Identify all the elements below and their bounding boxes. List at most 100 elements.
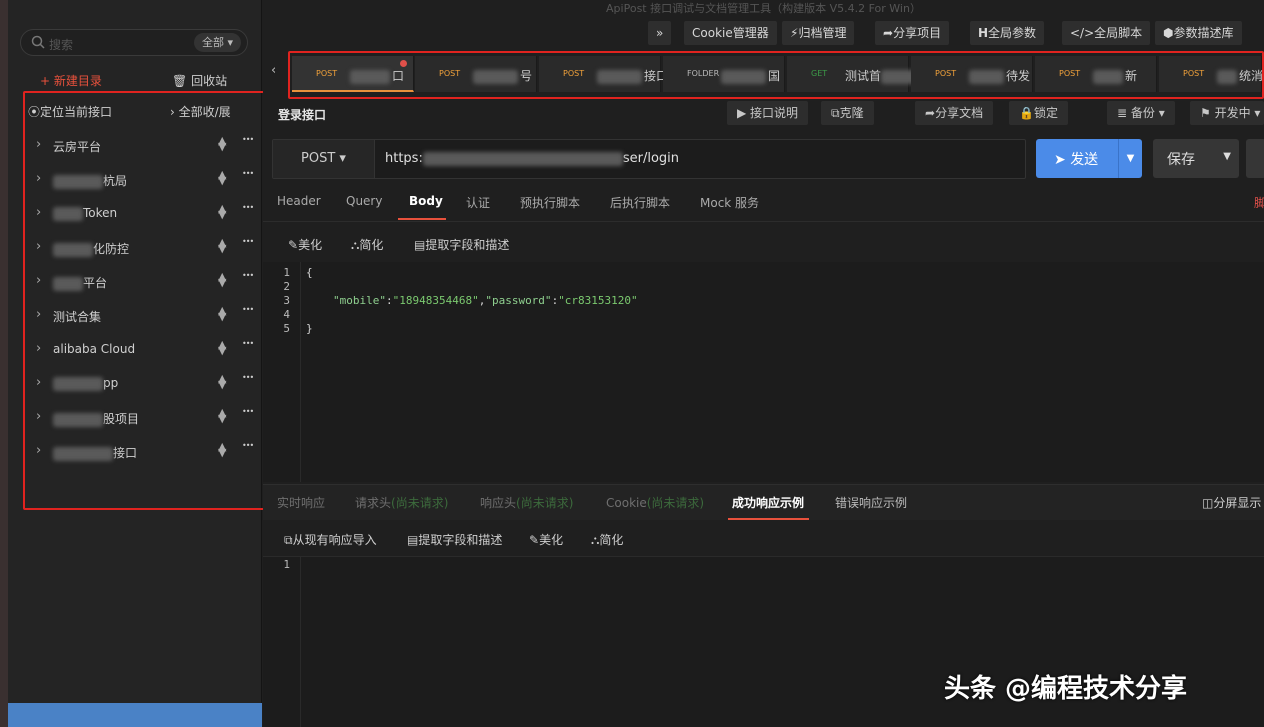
sidebar-folder[interactable]: › 接口 ▲ ▼ •••: [28, 434, 260, 468]
watermark: 头条 @编程技术分享: [944, 674, 1188, 704]
chevron-right-icon[interactable]: ›: [36, 137, 41, 152]
url-bar: POST ▾ https: ser/login: [272, 139, 1026, 179]
send-dropdown-button[interactable]: ▼: [1118, 139, 1142, 178]
code-line: {: [306, 266, 313, 279]
sort-icon[interactable]: ▲ ▼: [218, 441, 226, 458]
new-directory-button[interactable]: + 新建目录: [40, 72, 102, 89]
more-icon[interactable]: •••: [242, 441, 254, 450]
response-tab-2[interactable]: 响应头(尚未请求): [480, 494, 573, 511]
extract-fields-button[interactable]: ▤提取字段和描述: [414, 236, 509, 253]
sort-icon[interactable]: ▲ ▼: [218, 237, 226, 254]
request-tab[interactable]: POST 待发: [911, 56, 1033, 92]
request-tab[interactable]: FOLDER 国: [663, 56, 785, 92]
chevron-right-icon[interactable]: ›: [36, 341, 41, 356]
response-tab-4[interactable]: 成功响应示例: [732, 494, 804, 511]
more-icon[interactable]: •••: [242, 305, 254, 314]
response-tab-3[interactable]: Cookie(尚未请求): [606, 494, 704, 511]
more-icon[interactable]: •••: [242, 237, 254, 246]
sort-icon[interactable]: ▲ ▼: [218, 373, 226, 390]
response-tab-5[interactable]: 错误响应示例: [835, 494, 907, 511]
sort-icon[interactable]: ▲ ▼: [218, 305, 226, 322]
collapse-toolbar-button[interactable]: »: [648, 21, 672, 45]
beautify-button[interactable]: ✎美化: [529, 531, 563, 548]
param-desc-button[interactable]: ⬢参数描述库: [1155, 21, 1242, 45]
request-tab-2[interactable]: Body: [409, 194, 443, 208]
sort-icon[interactable]: ▲ ▼: [218, 271, 226, 288]
backup-select[interactable]: ≣ 备份 ▾: [1107, 101, 1175, 125]
more-icon[interactable]: •••: [242, 271, 254, 280]
request-tab-5[interactable]: 后执行脚本: [610, 194, 670, 211]
sort-icon[interactable]: ▲ ▼: [218, 339, 226, 356]
chevron-right-icon[interactable]: ›: [36, 307, 41, 322]
sort-icon[interactable]: ▲ ▼: [218, 407, 226, 424]
chevron-right-icon[interactable]: ›: [36, 273, 41, 288]
chevron-right-icon[interactable]: ›: [36, 409, 41, 424]
share-doc-button[interactable]: ➦分享文档: [915, 101, 994, 125]
sidebar-folder[interactable]: › 测试合集 ▲ ▼ •••: [28, 298, 260, 332]
extract-fields-button[interactable]: ▤提取字段和描述: [407, 531, 502, 548]
save-button[interactable]: 保存 ▼: [1153, 139, 1239, 178]
url-input[interactable]: https: ser/login: [385, 151, 679, 166]
chevron-right-icon[interactable]: ›: [36, 375, 41, 390]
split-view-button[interactable]: ◫分屏显示: [1202, 494, 1261, 511]
sort-icon[interactable]: ▲ ▼: [218, 135, 226, 152]
simplify-button[interactable]: ⛬简化: [591, 531, 623, 548]
request-tab[interactable]: POST 接口: [539, 56, 668, 92]
request-tab[interactable]: POST 口: [292, 56, 414, 92]
cookie-manager-button[interactable]: Cookie管理器: [684, 21, 777, 45]
sidebar-folder[interactable]: › 平台 ▲ ▼ •••: [28, 264, 260, 298]
method-select[interactable]: POST ▾: [273, 140, 375, 178]
sidebar-folder[interactable]: › 化防控 ▲ ▼ •••: [28, 230, 260, 264]
send-button[interactable]: ➤ 发送 ▼: [1036, 139, 1142, 178]
sort-icon[interactable]: ▲ ▼: [218, 203, 226, 220]
request-tab[interactable]: POST 号: [415, 56, 537, 92]
status-select[interactable]: ⚑ 开发中 ▾: [1190, 101, 1264, 125]
more-icon[interactable]: •••: [242, 407, 254, 416]
search-box[interactable]: 搜索 全部 ▾: [20, 29, 248, 56]
search-input[interactable]: 搜索: [49, 36, 73, 53]
chevron-right-icon[interactable]: ›: [36, 205, 41, 220]
import-response-button[interactable]: ⧉从现有响应导入: [284, 531, 377, 548]
request-tab-0[interactable]: Header: [277, 194, 321, 208]
lock-button[interactable]: 🔒锁定: [1009, 101, 1068, 125]
search-scope-select[interactable]: 全部 ▾: [193, 33, 241, 52]
global-params-button[interactable]: H全局参数: [970, 21, 1045, 45]
chevron-right-icon[interactable]: ›: [36, 239, 41, 254]
chevron-left-icon[interactable]: ‹: [271, 63, 276, 78]
request-tab-3[interactable]: 认证: [466, 194, 490, 211]
response-tab-1[interactable]: 请求头(尚未请求): [355, 494, 448, 511]
document-icon: ▤: [414, 238, 426, 252]
request-tab[interactable]: POST 新: [1035, 56, 1157, 92]
sidebar-folder[interactable]: › 云房平台 ▲ ▼ •••: [28, 128, 260, 162]
more-icon[interactable]: •••: [242, 169, 254, 178]
clone-button[interactable]: ⧉克隆: [821, 101, 874, 125]
archive-button[interactable]: ⚡归档管理: [782, 21, 855, 45]
request-tab[interactable]: GET 测试首: [787, 56, 922, 92]
simplify-button[interactable]: ⛬简化: [351, 236, 383, 253]
more-icon[interactable]: •••: [242, 135, 254, 144]
recycle-bin-button[interactable]: 🗑 回收站: [172, 72, 227, 89]
sidebar-folder[interactable]: › Token ▲ ▼ •••: [28, 196, 260, 230]
sidebar-folder[interactable]: › pp ▲ ▼ •••: [28, 366, 260, 400]
request-tab-6[interactable]: Mock 服务: [700, 194, 759, 211]
sidebar-folder[interactable]: › 杭局 ▲ ▼ •••: [28, 162, 260, 196]
chevron-right-icon[interactable]: ›: [36, 443, 41, 458]
more-icon[interactable]: •••: [242, 203, 254, 212]
save-dropdown-button[interactable]: ▼: [1223, 151, 1231, 162]
more-icon[interactable]: •••: [242, 373, 254, 382]
global-script-button[interactable]: </>全局脚本: [1062, 21, 1151, 45]
request-tab-1[interactable]: Query: [346, 194, 382, 208]
request-tab[interactable]: POST 统消: [1159, 56, 1263, 92]
chevron-right-icon[interactable]: ›: [36, 171, 41, 186]
api-doc-button[interactable]: ▶ 接口说明: [727, 101, 809, 125]
sidebar-folder[interactable]: › 股项目 ▲ ▼ •••: [28, 400, 260, 434]
more-icon[interactable]: •••: [242, 339, 254, 348]
more-button[interactable]: [1246, 139, 1264, 178]
share-project-button[interactable]: ➦分享项目: [875, 21, 950, 45]
sidebar-folder[interactable]: › alibaba Cloud ▲ ▼ •••: [28, 332, 260, 366]
request-tab-4[interactable]: 预执行脚本: [520, 194, 580, 211]
beautify-button[interactable]: ✎美化: [288, 236, 322, 253]
sort-icon[interactable]: ▲ ▼: [218, 169, 226, 186]
response-tab-0[interactable]: 实时响应: [277, 494, 325, 511]
sidebar-folder-label: Token: [53, 206, 117, 221]
